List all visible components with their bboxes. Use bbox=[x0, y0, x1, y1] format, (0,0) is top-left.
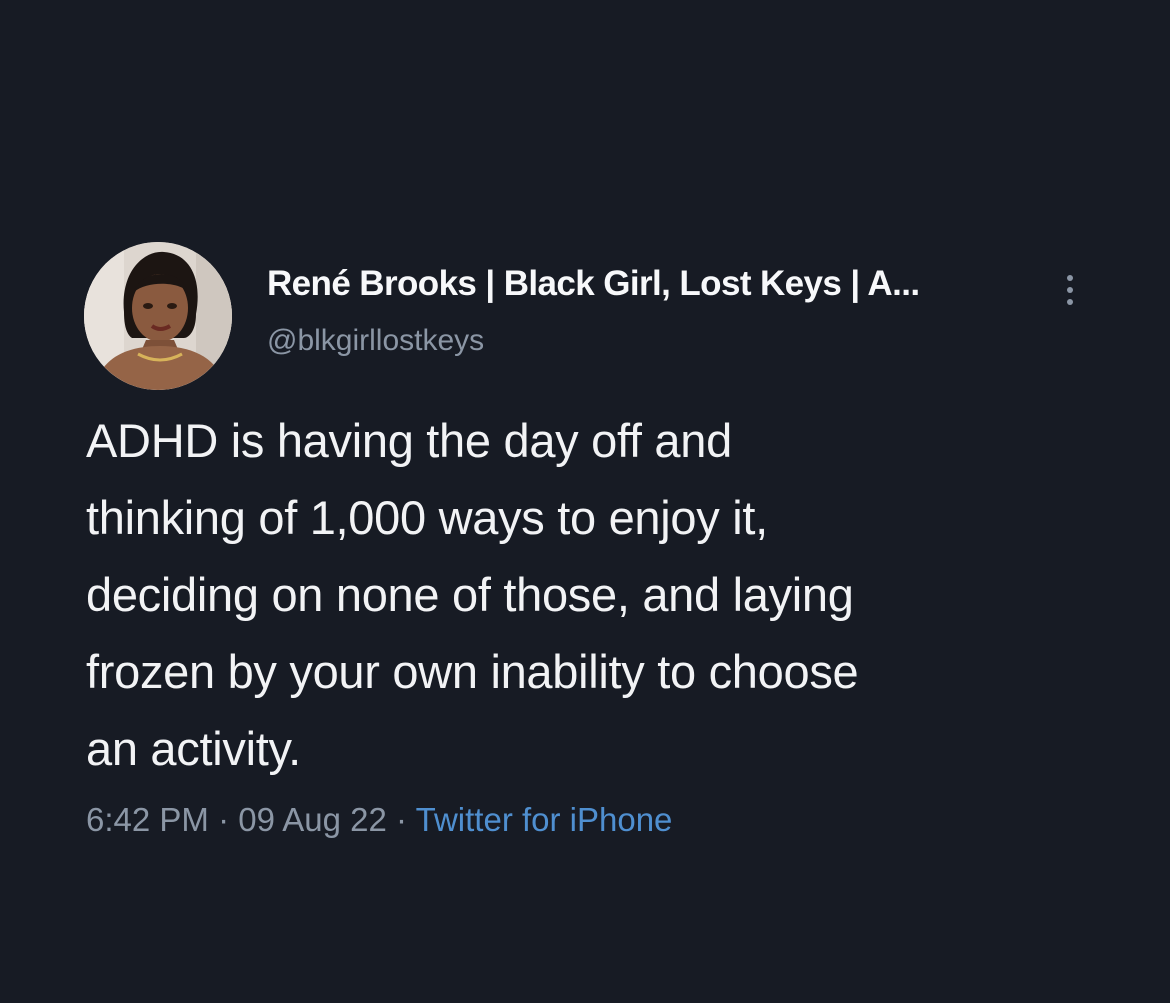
tweet-source-link[interactable]: Twitter for iPhone bbox=[416, 801, 673, 838]
tweet-meta: 6:42 PM · 09 Aug 22 · Twitter for iPhone bbox=[86, 801, 672, 839]
tweet-text-line: frozen by your own inability to choose bbox=[86, 645, 859, 698]
tweet-text-line: deciding on none of those, and laying bbox=[86, 568, 854, 621]
tweet-time[interactable]: 6:42 PM bbox=[86, 801, 209, 838]
tweet-date[interactable]: 09 Aug 22 bbox=[238, 801, 387, 838]
tweet-card: René Brooks | Black Girl, Lost Keys | A.… bbox=[0, 0, 1170, 1003]
tweet-text-line: thinking of 1,000 ways to enjoy it, bbox=[86, 491, 768, 544]
meta-separator: · bbox=[386, 801, 416, 838]
tweet-text: ADHD is having the day off and thinking … bbox=[86, 402, 1136, 787]
tweet-text-line: an activity. bbox=[86, 722, 301, 775]
author-display-name[interactable]: René Brooks | Black Girl, Lost Keys | A.… bbox=[267, 264, 920, 304]
meta-separator: · bbox=[208, 801, 239, 838]
author-avatar[interactable] bbox=[84, 242, 232, 390]
profile-photo-icon bbox=[84, 242, 232, 390]
vertical-ellipsis-icon[interactable] bbox=[1058, 270, 1082, 310]
author-handle[interactable]: @blkgirllostkeys bbox=[267, 324, 484, 358]
tweet-text-line: ADHD is having the day off and bbox=[86, 414, 732, 467]
